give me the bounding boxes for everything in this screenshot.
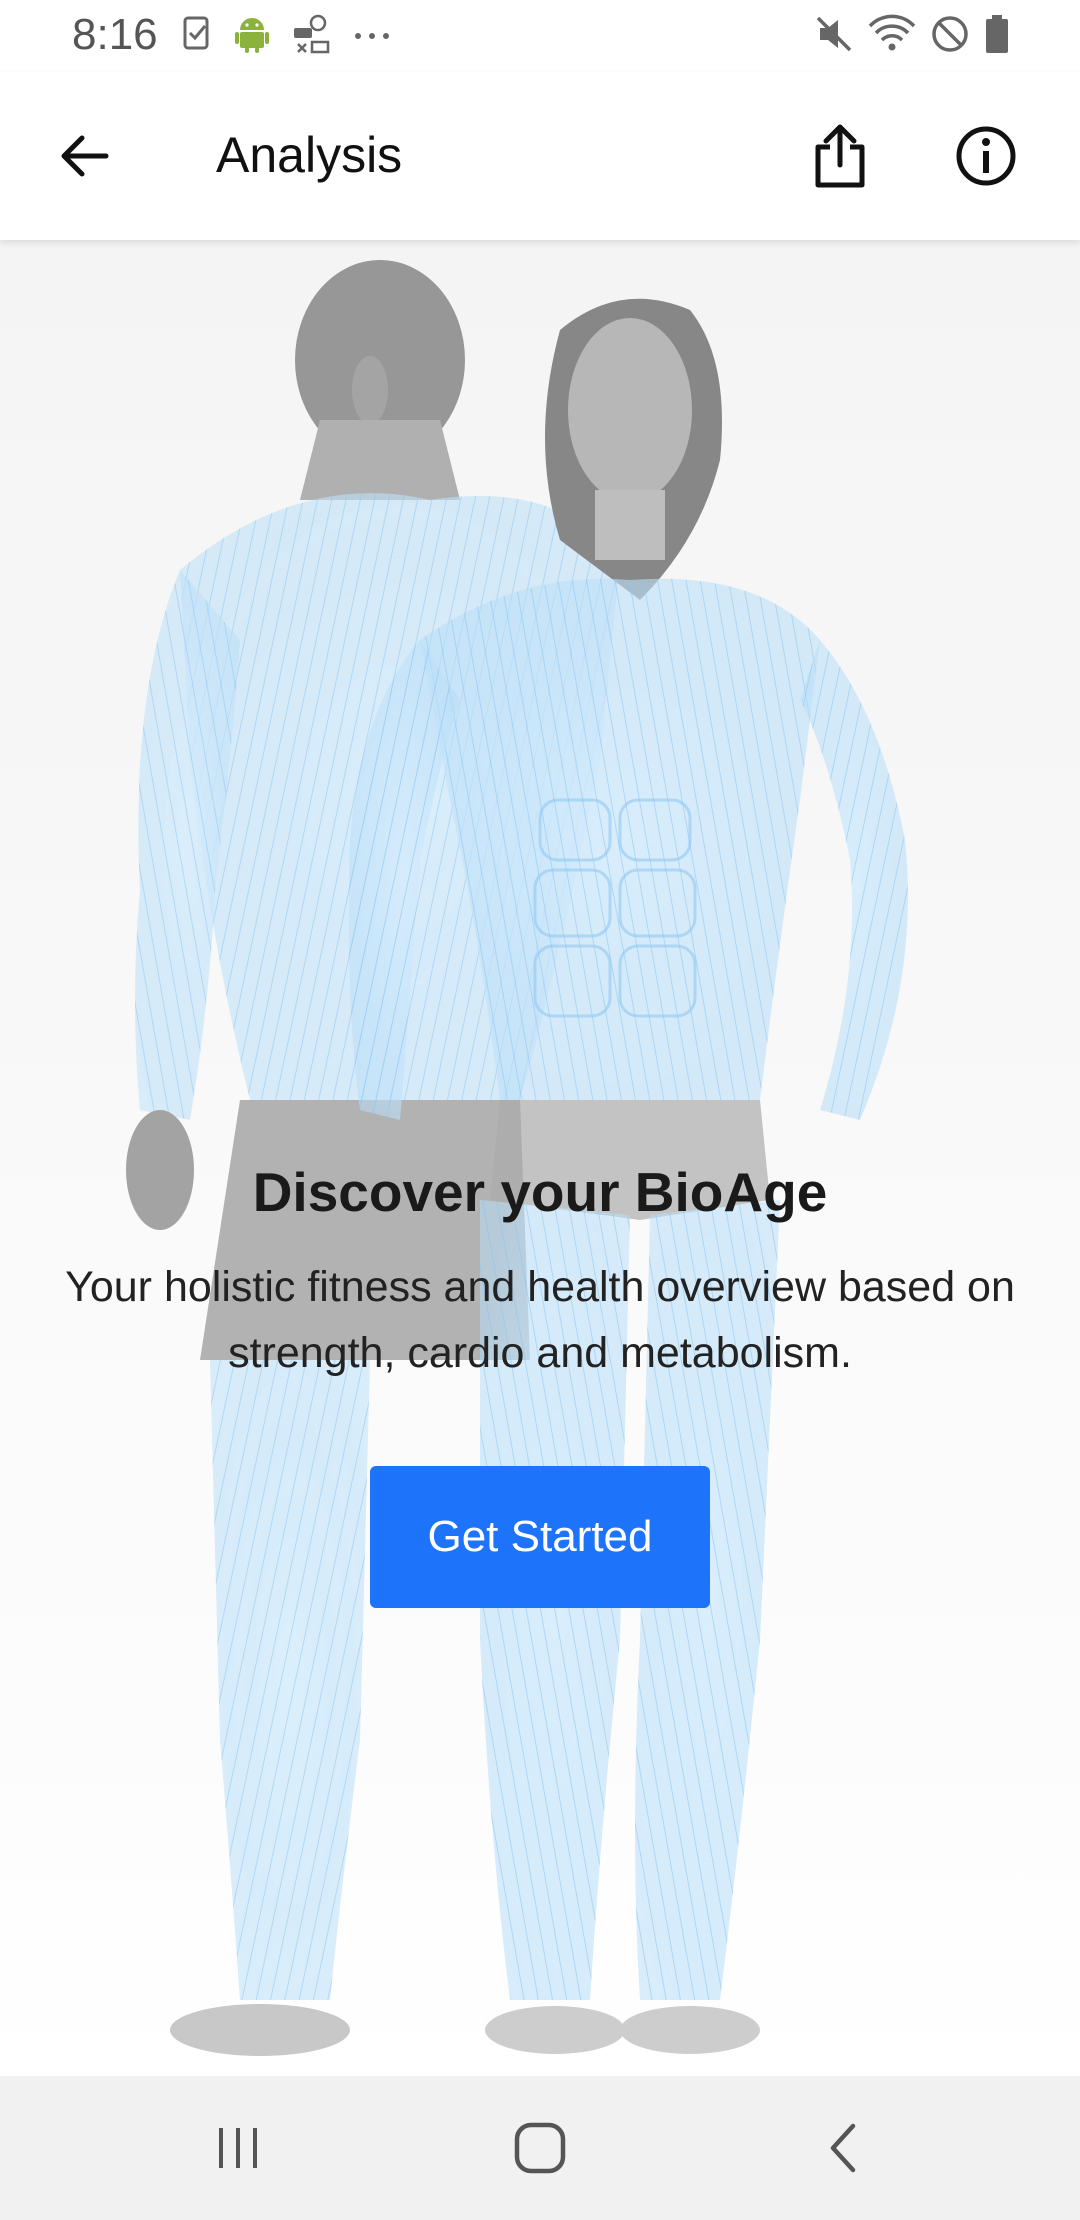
mute-icon — [814, 14, 854, 59]
back-arrow-icon — [61, 135, 109, 177]
get-started-button[interactable]: Get Started — [370, 1466, 710, 1608]
nav-back-icon — [830, 2123, 856, 2173]
battery-icon — [984, 14, 1010, 59]
system-nav-bar — [0, 2076, 1080, 2220]
recent-apps-button[interactable] — [198, 2112, 278, 2184]
status-right-icons — [800, 14, 1010, 59]
task-check-icon — [182, 14, 212, 59]
share-button[interactable] — [802, 116, 878, 196]
back-button[interactable] — [48, 120, 120, 192]
status-bar: 8:16 — [0, 0, 1080, 72]
money-transfer-icon — [292, 14, 330, 59]
analysis-screen: 8:16 Analysis Discover your BioAge Your … — [0, 0, 1080, 2220]
more-dots-icon — [352, 14, 392, 59]
muscle-anatomy-illustration — [0, 240, 1080, 2076]
wifi-icon — [868, 14, 916, 59]
hero-title: Discover your BioAge — [252, 1161, 828, 1223]
nav-back-button[interactable] — [804, 2112, 884, 2184]
android-icon — [234, 14, 270, 59]
recent-apps-icon — [219, 2128, 257, 2168]
home-icon — [514, 2122, 566, 2174]
status-left-icons — [182, 14, 414, 59]
do-not-disturb-icon — [930, 14, 970, 59]
status-time: 8:16 — [72, 10, 158, 59]
app-bar: Analysis — [0, 72, 1080, 240]
content-area: Discover your BioAge Your holistic fitne… — [0, 240, 1080, 2076]
info-icon — [956, 126, 1016, 186]
hero-text-block: Discover your BioAge Your holistic fitne… — [0, 1160, 1080, 1386]
hero-subtitle: Your holistic fitness and health overvie… — [65, 1263, 1015, 1377]
share-icon — [815, 124, 865, 188]
page-title: Analysis — [216, 127, 403, 183]
info-button[interactable] — [946, 116, 1026, 196]
home-button[interactable] — [500, 2112, 580, 2184]
